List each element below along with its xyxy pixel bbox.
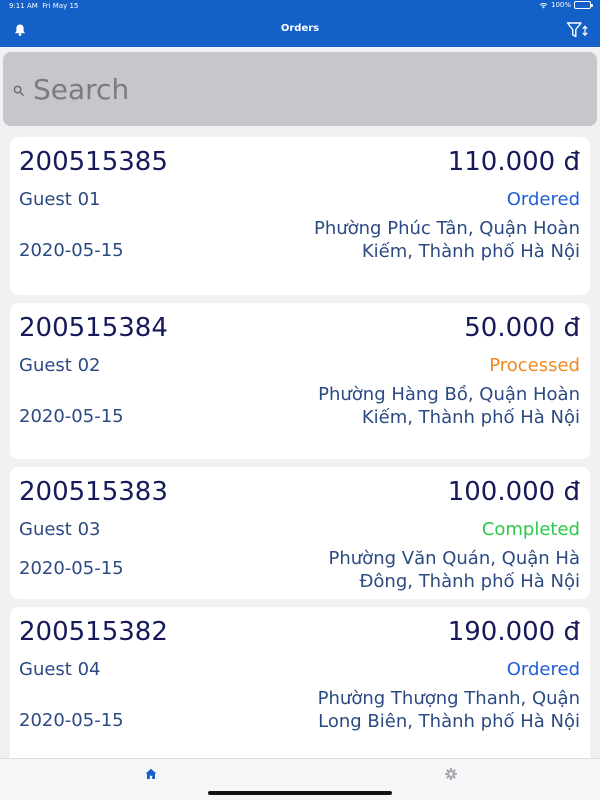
status-right: 100% (539, 1, 593, 9)
order-date: 2020-05-15 (19, 558, 124, 579)
gear-icon[interactable] (444, 767, 458, 781)
guest-name: Guest 02 (19, 355, 101, 376)
search-bar (3, 52, 597, 126)
home-icon[interactable] (144, 767, 158, 781)
order-address: Phường Hàng Bồ, Quận Hoàn Kiếm, Thành ph… (318, 384, 580, 428)
order-card[interactable]: 200515384 50.000 đ Guest 02 Processed 20… (10, 303, 590, 459)
order-status: Ordered (506, 659, 580, 680)
order-id: 200515384 (19, 313, 168, 343)
guest-name: Guest 04 (19, 659, 101, 680)
order-address: Phường Văn Quán, Quận Hà Đông, Thành phố… (328, 548, 580, 592)
order-price: 190.000 đ (447, 617, 580, 647)
tab-bar (0, 758, 600, 800)
guest-name: Guest 01 (19, 189, 101, 210)
order-price: 50.000 đ (464, 313, 580, 343)
order-card[interactable]: 200515385 110.000 đ Guest 01 Ordered 202… (10, 137, 590, 295)
status-time: 9:11 AM Fri May 15 (9, 2, 79, 10)
nav-bar: Orders (0, 14, 600, 47)
order-id: 200515383 (19, 477, 168, 507)
order-card[interactable]: 200515383 100.000 đ Guest 03 Completed 2… (10, 467, 590, 599)
guest-name: Guest 03 (19, 519, 101, 540)
order-status: Completed (481, 519, 580, 540)
order-address: Phường Thượng Thanh, Quận Long Biên, Thà… (317, 688, 580, 732)
order-card[interactable]: 200515382 190.000 đ Guest 04 Ordered 202… (10, 607, 590, 767)
order-date: 2020-05-15 (19, 240, 124, 261)
status-bar: 9:11 AM Fri May 15 100% (0, 0, 600, 14)
order-price: 110.000 đ (447, 147, 580, 177)
order-address: Phường Phúc Tân, Quận Hoàn Kiếm, Thành p… (313, 218, 580, 262)
page-title: Orders (280, 23, 320, 34)
battery-icon (574, 1, 593, 9)
order-date: 2020-05-15 (19, 406, 124, 427)
order-date: 2020-05-15 (19, 710, 124, 731)
battery-percent: 100% (550, 1, 571, 9)
home-indicator (208, 791, 392, 795)
order-id: 200515385 (19, 147, 168, 177)
orders-list: 200515385 110.000 đ Guest 01 Ordered 202… (10, 137, 590, 775)
order-price: 100.000 đ (447, 477, 580, 507)
order-status: Processed (489, 355, 580, 376)
search-icon (13, 85, 24, 96)
search-input[interactable] (33, 70, 573, 108)
filter-icon[interactable] (566, 21, 590, 39)
wifi-icon (539, 2, 548, 8)
order-id: 200515382 (19, 617, 168, 647)
order-status: Ordered (506, 189, 580, 210)
